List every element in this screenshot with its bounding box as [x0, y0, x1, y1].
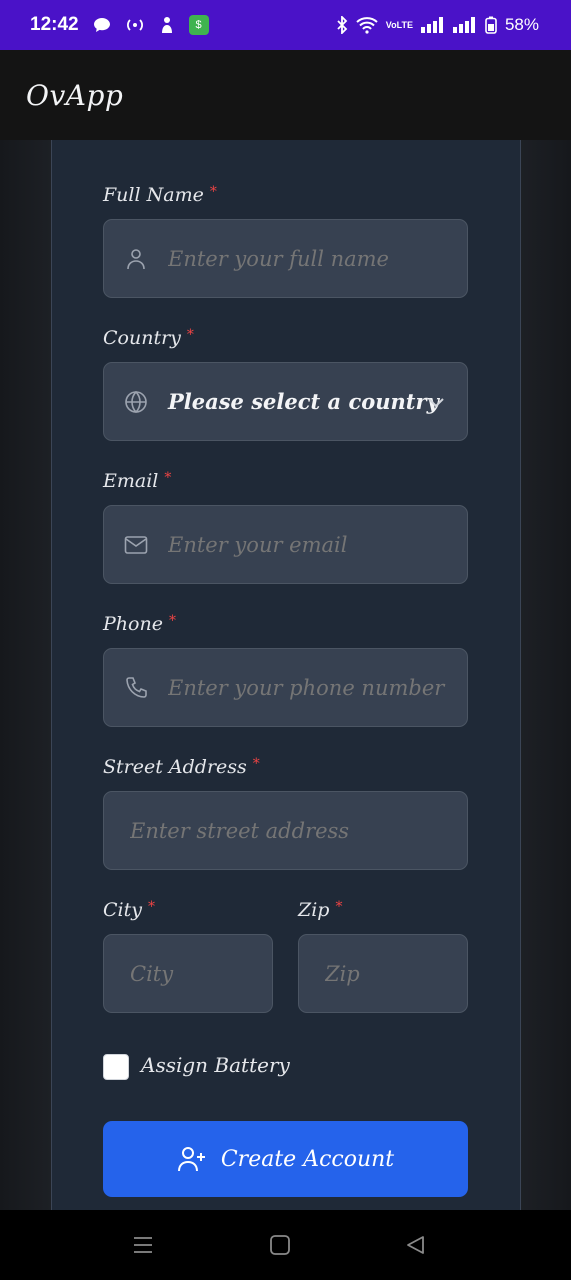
system-nav-bar	[0, 1210, 571, 1280]
zip-field[interactable]	[298, 934, 468, 1013]
full-name-input[interactable]	[104, 246, 467, 271]
chevron-down-icon	[427, 396, 445, 408]
phone-label-text: Phone	[103, 613, 163, 635]
required-marker: *	[186, 327, 194, 343]
back-icon[interactable]	[404, 1234, 426, 1256]
full-name-field[interactable]	[103, 219, 468, 298]
email-field[interactable]	[103, 505, 468, 584]
status-bar: 12:42 $ VoLTE 58%	[0, 0, 571, 50]
wifi-icon	[356, 16, 378, 34]
app-title: OvApp	[26, 78, 124, 112]
city-input[interactable]	[104, 961, 272, 986]
required-marker: *	[335, 899, 343, 915]
phone-input[interactable]	[104, 675, 467, 700]
app-bar: OvApp	[0, 50, 571, 140]
street-field[interactable]	[103, 791, 468, 870]
zip-label: Zip *	[298, 899, 342, 921]
create-account-button[interactable]: Create Account	[103, 1121, 468, 1197]
full-name-label-text: Full Name	[103, 184, 204, 206]
country-select[interactable]: Please select a country	[103, 362, 468, 441]
email-input[interactable]	[104, 532, 467, 557]
status-left: 12:42 $	[30, 14, 209, 36]
signal-icon	[420, 17, 445, 33]
phone-icon	[124, 676, 148, 700]
volte-label: VoLTE	[385, 19, 413, 30]
required-marker: *	[252, 756, 260, 772]
zip-label-text: Zip	[298, 899, 330, 921]
country-label-text: Country	[103, 327, 181, 349]
city-label-text: City	[103, 899, 142, 921]
hotspot-icon	[125, 18, 145, 32]
notification-icon	[159, 16, 175, 34]
city-label: City *	[103, 899, 155, 921]
recent-apps-icon[interactable]	[132, 1234, 154, 1256]
user-icon	[124, 247, 148, 271]
status-time: 12:42	[30, 14, 79, 35]
street-label-text: Street Address	[103, 756, 247, 778]
bluetooth-icon	[336, 16, 348, 34]
required-marker: *	[209, 184, 217, 200]
zip-input[interactable]	[299, 961, 467, 986]
required-marker: *	[168, 613, 176, 629]
email-label-text: Email	[103, 470, 159, 492]
chat-bubble-icon	[93, 17, 111, 33]
create-account-label: Create Account	[220, 1146, 395, 1172]
required-marker: *	[147, 899, 155, 915]
country-select-value: Please select a country	[168, 389, 439, 414]
assign-battery-checkbox[interactable]	[103, 1054, 129, 1080]
email-label: Email *	[103, 470, 171, 492]
assign-battery-label: Assign Battery	[141, 1053, 290, 1077]
app-icon: $	[188, 15, 209, 35]
status-right: VoLTE 58%	[336, 15, 539, 35]
user-plus-icon	[177, 1145, 207, 1173]
required-marker: *	[164, 470, 172, 486]
battery-icon	[485, 16, 497, 34]
country-label: Country *	[103, 327, 194, 349]
full-name-label: Full Name *	[103, 184, 217, 206]
city-field[interactable]	[103, 934, 273, 1013]
globe-icon	[124, 390, 148, 414]
battery-percent: 58%	[504, 15, 539, 34]
home-icon[interactable]	[269, 1234, 291, 1256]
phone-field[interactable]	[103, 648, 468, 727]
mail-icon	[124, 535, 148, 555]
signal-icon-2	[452, 17, 477, 33]
phone-label: Phone *	[103, 613, 176, 635]
street-input[interactable]	[104, 818, 467, 843]
street-label: Street Address *	[103, 756, 260, 778]
